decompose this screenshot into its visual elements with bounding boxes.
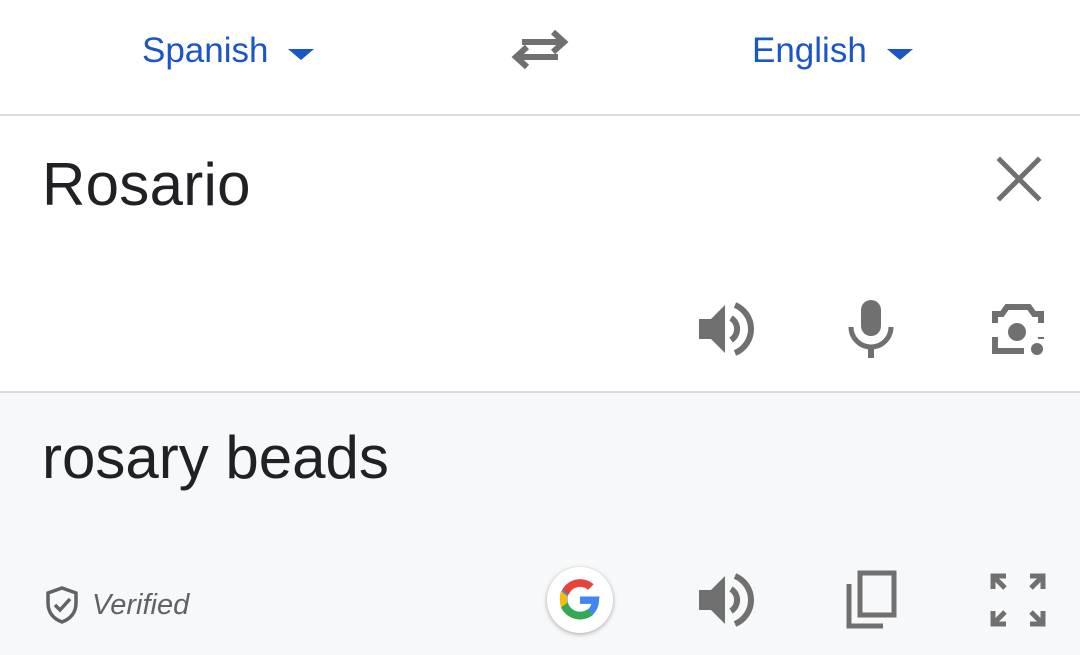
source-language-label: Spanish	[142, 31, 269, 70]
speaker-icon	[699, 302, 754, 356]
copy-translation-button[interactable]	[839, 568, 903, 632]
listen-source-button[interactable]	[693, 297, 757, 361]
shield-check-icon	[46, 586, 78, 624]
speaker-icon	[699, 573, 754, 627]
swap-arrows-icon	[511, 29, 569, 70]
camera-lens-icon	[992, 304, 1044, 355]
listen-translation-button[interactable]	[693, 568, 757, 632]
language-bar: Spanish English	[0, 0, 1080, 116]
target-language-selector[interactable]: English	[752, 26, 913, 76]
fullscreen-icon	[990, 573, 1046, 627]
source-language-selector[interactable]: Spanish	[142, 26, 315, 76]
source-panel: Rosario	[0, 116, 1080, 393]
target-language-label: English	[752, 31, 867, 70]
close-icon	[996, 156, 1042, 202]
swap-languages-button[interactable]	[510, 26, 570, 76]
voice-input-button[interactable]	[839, 297, 903, 361]
google-logo-icon	[559, 579, 600, 620]
translation-result-panel: rosary beads Verified	[0, 393, 1080, 655]
caret-down-icon	[288, 48, 315, 60]
copy-icon	[846, 570, 897, 629]
caret-down-icon	[886, 48, 913, 60]
verified-badge: Verified	[44, 585, 189, 625]
clear-text-button[interactable]	[990, 150, 1048, 208]
verified-label: Verified	[92, 588, 190, 621]
source-text-input[interactable]: Rosario	[42, 150, 251, 219]
camera-translate-button[interactable]	[986, 297, 1050, 361]
translate-screen: Spanish English Rosario rosary beads Ver…	[0, 0, 1080, 655]
translated-text: rosary beads	[42, 424, 389, 491]
fullscreen-button[interactable]	[986, 568, 1050, 632]
microphone-icon	[848, 300, 894, 358]
google-search-button[interactable]	[547, 567, 613, 633]
